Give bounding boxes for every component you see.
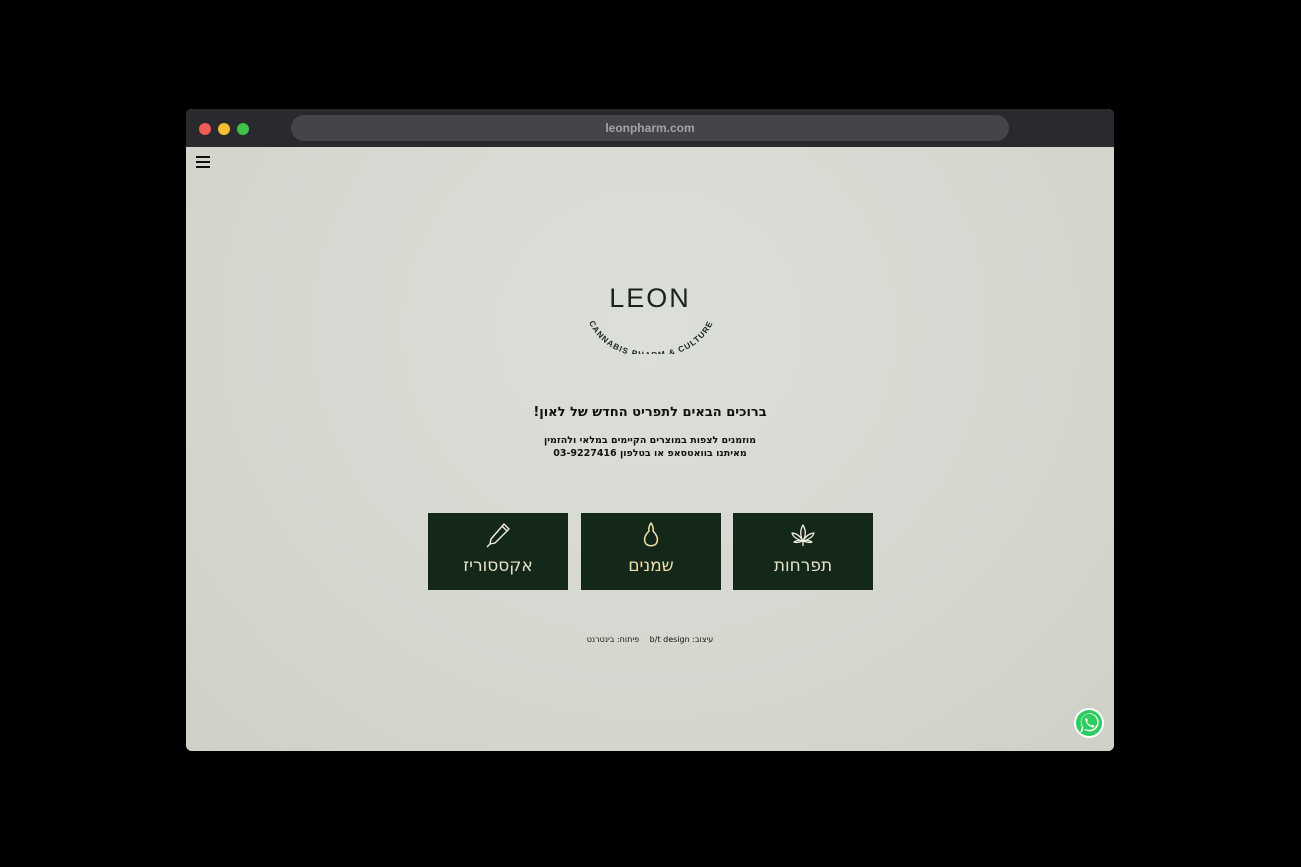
browser-window: leonpharm.com LEON CANNABIS PHARM & CULT…	[186, 109, 1114, 751]
pen-icon	[486, 523, 510, 548]
hamburger-menu-icon[interactable]	[196, 156, 210, 168]
page-content: LEON CANNABIS PHARM & CULTURE ברוכים הבא…	[186, 147, 1114, 751]
footer-credits: עיצוב: b/t design פיתוח: בינטרנט	[186, 635, 1114, 644]
category-tile-oils[interactable]: שמנים	[581, 513, 721, 590]
tile-label-accessories: אקססוריז	[463, 556, 533, 576]
tile-label-oils: שמנים	[628, 556, 674, 576]
close-window-button[interactable]	[199, 123, 211, 135]
address-bar[interactable]: leonpharm.com	[291, 115, 1009, 141]
cannabis-leaf-icon	[791, 524, 815, 546]
category-tile-flowers[interactable]: תפרחות	[733, 513, 873, 590]
welcome-subtitle: מוזמנים לצפות במוצרים הקיימים במלאי ולהז…	[186, 434, 1114, 460]
maximize-window-button[interactable]	[237, 123, 249, 135]
welcome-subtitle-line1: מוזמנים לצפות במוצרים הקיימים במלאי ולהז…	[543, 435, 757, 446]
svg-text:CANNABIS PHARM & CULTURE: CANNABIS PHARM & CULTURE	[587, 319, 715, 354]
logo-tagline-arc: CANNABIS PHARM & CULTURE	[587, 319, 715, 354]
leon-logo[interactable]: LEON CANNABIS PHARM & CULTURE	[580, 279, 720, 354]
tile-label-flowers: תפרחות	[773, 556, 833, 576]
welcome-title: ברוכים הבאים לתפריט החדש של לאון!	[533, 405, 767, 420]
footer-design-credit[interactable]: עיצוב: b/t design	[650, 635, 714, 644]
whatsapp-icon[interactable]	[1073, 707, 1105, 739]
footer-dev-credit[interactable]: פיתוח: בינטרנט	[587, 635, 639, 644]
welcome-subtitle-line2: מאיתנו בוואטסאפ או בטלפון 03-9227416	[553, 448, 747, 459]
category-tile-accessories[interactable]: אקססוריז	[428, 513, 568, 590]
oil-drop-icon	[643, 522, 659, 547]
browser-titlebar: leonpharm.com	[186, 109, 1114, 147]
minimize-window-button[interactable]	[218, 123, 230, 135]
